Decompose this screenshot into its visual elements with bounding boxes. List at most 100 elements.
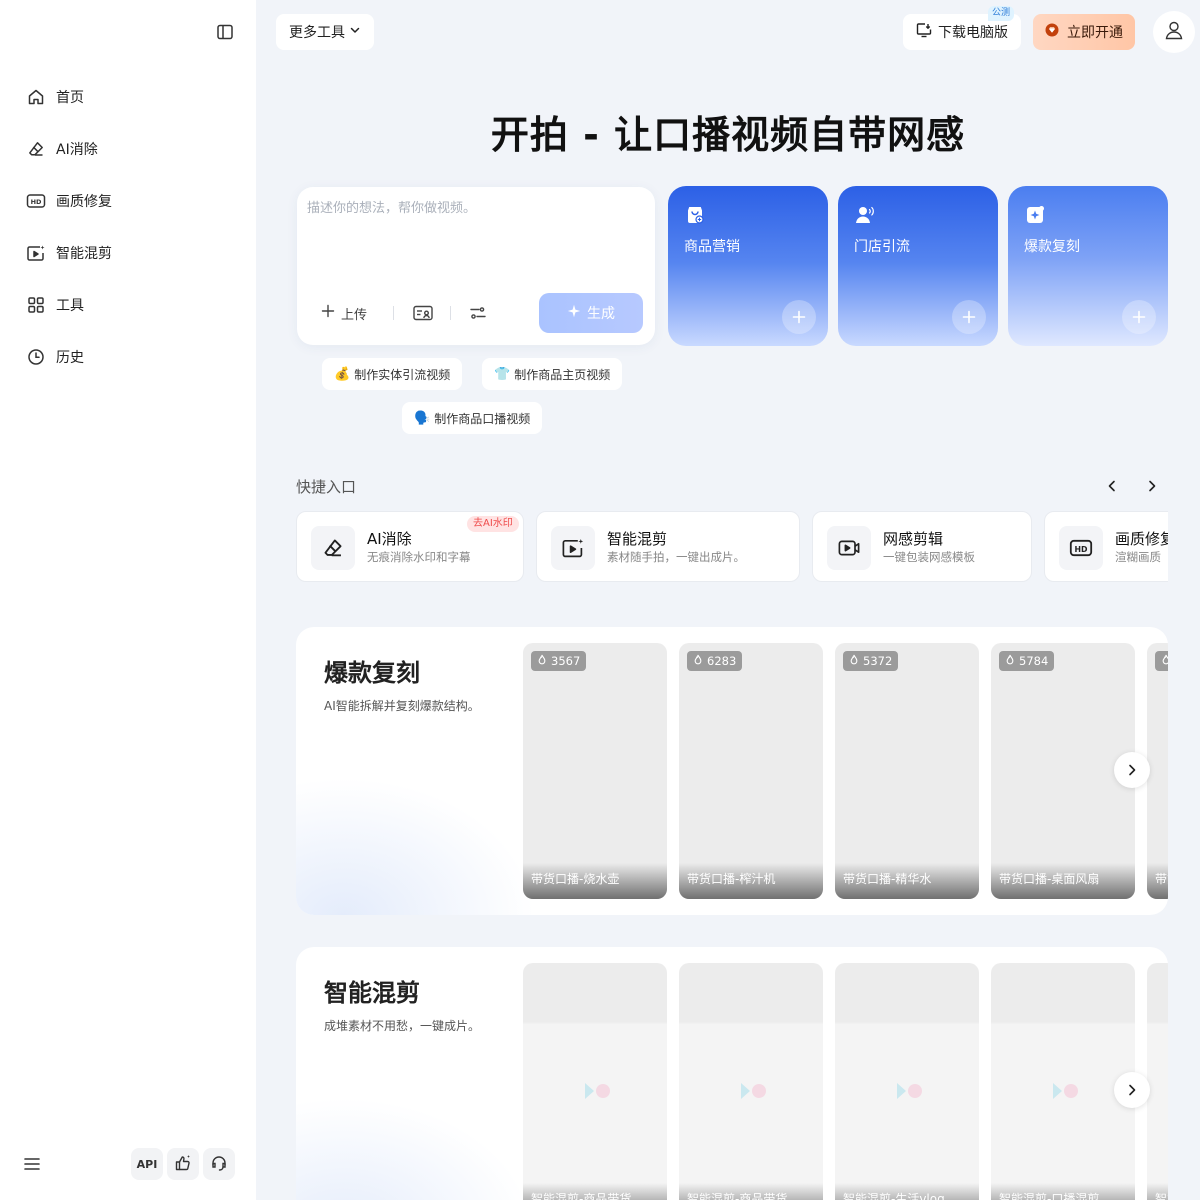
plus-icon[interactable] — [952, 300, 986, 334]
section-decor — [296, 777, 536, 915]
suggestion-chip[interactable]: 👕 制作商品主页视频 — [482, 358, 623, 390]
sidebar-toggle-icon[interactable] — [214, 21, 236, 43]
sidebar-item-home[interactable]: 首页 — [14, 74, 242, 120]
api-button[interactable]: API — [131, 1148, 163, 1180]
video-card[interactable]: 5372 带货口播-精华水 — [835, 643, 979, 899]
suggestion-label: 制作实体引流视频 — [354, 367, 451, 382]
clock-icon — [26, 347, 46, 367]
video-card-title: 带货口播-精华水 — [843, 872, 932, 886]
eraser-icon — [311, 526, 355, 570]
chevron-right-icon[interactable] — [1114, 752, 1150, 788]
usage-count-badge — [1155, 651, 1168, 671]
quick-entry-trend-edit[interactable]: 网感剪辑 一键包装网感模板 — [812, 511, 1032, 582]
suggestion-chip[interactable]: 🗣️ 制作商品口播视频 — [402, 402, 543, 434]
prompt-input[interactable] — [307, 197, 645, 277]
quick-entry-desc: 渲糊画质 — [1115, 550, 1161, 564]
scene-card-product-marketing[interactable]: 商品营销 — [668, 186, 828, 346]
video-card[interactable]: 智能混剪-生活vlog — [835, 963, 979, 1200]
scene-card-label: 爆款复刻 — [1024, 239, 1080, 255]
video-card[interactable]: 3567 带货口播-烧水壶 — [523, 643, 667, 899]
video-card[interactable]: 智能混剪-商品带货 — [523, 963, 667, 1200]
quick-entry-name: 网感剪辑 — [883, 530, 944, 548]
sidebar-item-label: 智能混剪 — [56, 246, 112, 262]
plus-icon[interactable] — [1122, 300, 1156, 334]
sidebar-item-ai-erase[interactable]: AI消除 — [14, 126, 242, 172]
quick-entry-name: 画质修复 — [1115, 530, 1168, 548]
vip-label: 立即开通 — [1067, 25, 1123, 41]
flame-icon — [537, 654, 551, 668]
quick-entry-tag: 去AI水印 — [467, 516, 519, 532]
flame-icon — [693, 654, 707, 668]
divider — [393, 306, 394, 320]
smart-clip-icon — [26, 243, 46, 263]
app-logo-icon — [581, 1079, 613, 1103]
chevron-right-icon[interactable] — [1140, 474, 1164, 498]
prompt-box: 上传 生成 — [297, 187, 655, 345]
chevron-down-icon — [345, 24, 361, 40]
home-icon — [26, 87, 46, 107]
support-button[interactable] — [203, 1148, 235, 1180]
quick-entry-title: 快捷入口 — [296, 478, 357, 496]
app-logo-icon — [1049, 1079, 1081, 1103]
usage-count-badge: 5784 — [999, 651, 1055, 671]
monitor-download-icon — [916, 22, 938, 42]
sidebar-item-label: 工具 — [56, 298, 84, 314]
speaking-head-icon: 🗣️ — [414, 410, 431, 426]
grid-icon — [26, 295, 46, 315]
video-card[interactable]: 智能 — [1147, 963, 1168, 1200]
usage-count: 3567 — [551, 654, 581, 668]
settings-sliders-icon[interactable] — [467, 303, 489, 323]
video-card[interactable]: 带货 — [1147, 643, 1168, 899]
section-viral-replicate: 爆款复刻 AI智能拆解并复刻爆款结构。 3567 带货口播-烧水壶 6283 带… — [296, 627, 1168, 915]
video-card-title: 智能混剪-生活vlog — [843, 1192, 945, 1200]
vip-diamond-icon — [1045, 23, 1067, 41]
quick-entry-ai-erase[interactable]: AI消除 无痕消除水印和字幕 去AI水印 — [296, 511, 524, 582]
thumbs-up-icon — [174, 1154, 192, 1175]
subscribe-vip-button[interactable]: 立即开通 — [1033, 14, 1135, 50]
user-avatar[interactable] — [1153, 11, 1195, 53]
chevron-right-icon[interactable] — [1114, 1072, 1150, 1108]
suggestion-chip[interactable]: 💰 制作实体引流视频 — [322, 358, 463, 390]
chevron-left-icon[interactable] — [1100, 474, 1124, 498]
sidebar-item-tools[interactable]: 工具 — [14, 282, 242, 328]
menu-icon[interactable] — [22, 1154, 42, 1174]
plus-icon[interactable] — [782, 300, 816, 334]
sidebar-item-smart-clip[interactable]: 智能混剪 — [14, 230, 242, 276]
sidebar-item-history[interactable]: 历史 — [14, 334, 242, 380]
quick-entry-quality-repair[interactable]: HD 画质修复 渲糊画质 — [1044, 511, 1168, 582]
avatar-card-icon[interactable] — [412, 303, 434, 323]
video-card[interactable]: 智能混剪-商品带货 — [679, 963, 823, 1200]
generate-button[interactable]: 生成 — [539, 293, 643, 333]
sidebar-item-quality-repair[interactable]: HD 画质修复 — [14, 178, 242, 224]
quick-entry-desc: 一键包装网感模板 — [883, 550, 975, 564]
flame-icon — [1161, 654, 1168, 668]
video-card[interactable]: 智能混剪-口播混剪 — [991, 963, 1135, 1200]
feedback-button[interactable] — [167, 1148, 199, 1180]
sidebar-item-label: 历史 — [56, 350, 84, 366]
video-card[interactable]: 6283 带货口播-榨汁机 — [679, 643, 823, 899]
sidebar-nav: 首页 AI消除 HD 画质修复 智能混剪 工具 历史 — [14, 74, 242, 386]
quick-entry-name: AI消除 — [367, 530, 412, 548]
sparkle-icon — [567, 304, 587, 322]
usage-count: 5372 — [863, 654, 893, 668]
speaker-person-icon — [854, 204, 876, 226]
suggestion-label: 制作商品主页视频 — [514, 367, 611, 382]
page-title: 开拍 - 让口播视频自带网感 — [490, 113, 966, 157]
quick-entry-smart-clip[interactable]: 智能混剪 素材随手拍，一键出成片。 — [536, 511, 800, 582]
scene-card-viral-replicate[interactable]: 爆款复刻 — [1008, 186, 1168, 346]
usage-count-badge: 3567 — [531, 651, 587, 671]
shirt-icon: 👕 — [494, 366, 511, 382]
sidebar-item-label: 画质修复 — [56, 194, 112, 210]
hd-icon: HD — [26, 191, 46, 211]
upload-button[interactable]: 上传 — [321, 303, 367, 323]
suggestion-label: 制作商品口播视频 — [434, 411, 531, 426]
more-tools-dropdown[interactable]: 更多工具 — [276, 14, 374, 50]
app-logo-icon — [737, 1079, 769, 1103]
sparkle-doc-icon — [1024, 204, 1046, 226]
video-card-list: 3567 带货口播-烧水壶 6283 带货口播-榨汁机 5372 带货口播-精华… — [523, 643, 1168, 899]
video-card-title: 带货口播-桌面风扇 — [999, 872, 1100, 886]
usage-count: 5784 — [1019, 654, 1049, 668]
quick-entry-desc: 无痕消除水印和字幕 — [367, 550, 471, 564]
usage-count: 6283 — [707, 654, 737, 668]
scene-card-store-traffic[interactable]: 门店引流 — [838, 186, 998, 346]
